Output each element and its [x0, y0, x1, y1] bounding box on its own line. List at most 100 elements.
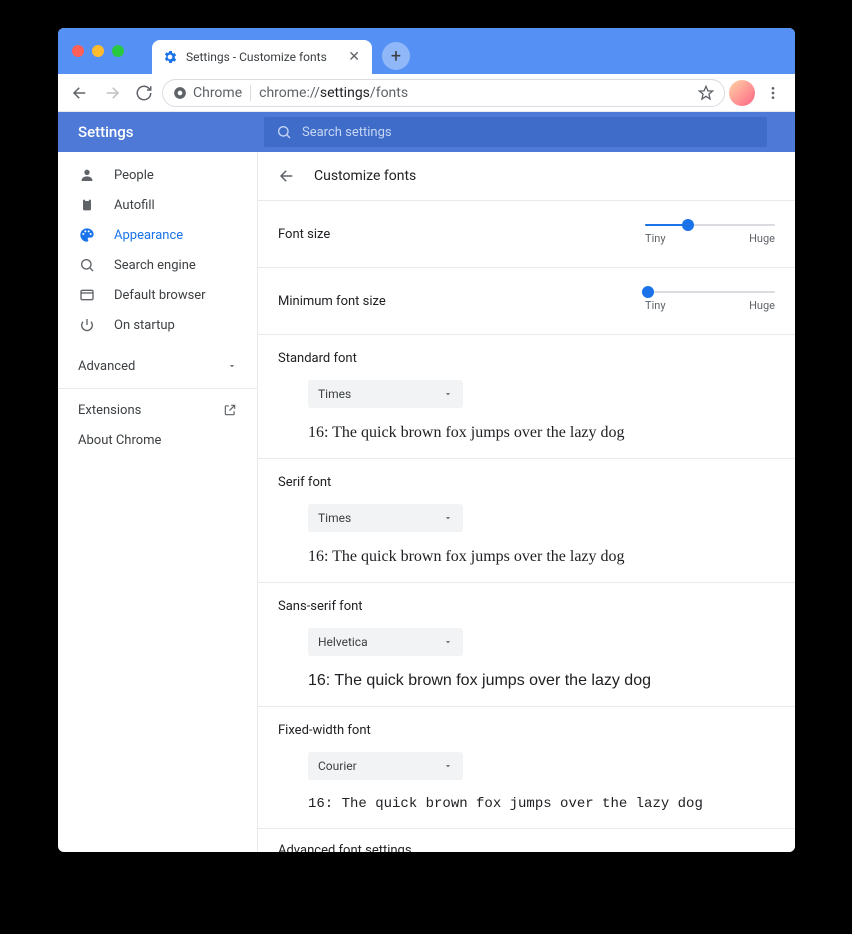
sidebar-item-label: Autofill — [114, 198, 155, 213]
settings-sidebar: People Autofill Appearance Search engine… — [58, 152, 258, 852]
clipboard-icon — [78, 197, 96, 213]
slider-thumb[interactable] — [682, 219, 694, 231]
menu-button[interactable] — [759, 79, 787, 107]
standard-font-title: Standard font — [278, 351, 775, 366]
forward-button — [98, 79, 126, 107]
search-icon — [78, 257, 96, 273]
chevron-down-icon — [443, 513, 453, 523]
min-font-size-row: Minimum font size Tiny Huge — [258, 267, 795, 334]
sans-serif-font-select[interactable]: Helvetica — [308, 628, 463, 656]
fixed-width-font-group: Fixed-width font Courier 16: The quick b… — [258, 706, 795, 828]
advanced-font-settings-link[interactable]: Advanced font settings Requires extensio… — [258, 828, 795, 852]
select-value: Times — [318, 387, 351, 401]
close-window-button[interactable] — [72, 45, 84, 57]
settings-gear-icon — [162, 49, 178, 65]
tab-strip: Settings - Customize fonts ✕ + — [58, 28, 795, 74]
sidebar-item-label: On startup — [114, 318, 175, 333]
fixed-width-font-select[interactable]: Courier — [308, 752, 463, 780]
chevron-down-icon — [443, 389, 453, 399]
minimize-window-button[interactable] — [92, 45, 104, 57]
serif-font-title: Serif font — [278, 475, 775, 490]
person-icon — [78, 167, 96, 183]
standard-font-select[interactable]: Times — [308, 380, 463, 408]
settings-search-input[interactable]: Search settings — [264, 117, 767, 147]
page-title: Customize fonts — [314, 168, 416, 184]
chevron-down-icon — [227, 361, 237, 371]
select-value: Times — [318, 511, 351, 525]
profile-avatar[interactable] — [729, 80, 755, 106]
sidebar-item-appearance[interactable]: Appearance — [58, 220, 257, 250]
bookmark-star-icon[interactable] — [698, 85, 714, 101]
sidebar-item-people[interactable]: People — [58, 160, 257, 190]
select-value: Courier — [318, 759, 357, 773]
font-size-slider[interactable]: Tiny Huge — [645, 224, 775, 245]
settings-content: Customize fonts Font size Tiny Huge — [258, 152, 795, 852]
slider-max-label: Huge — [749, 232, 775, 245]
window-controls — [58, 45, 138, 57]
search-icon — [276, 124, 292, 140]
external-link-icon — [759, 851, 775, 853]
sidebar-item-label: Search engine — [114, 258, 196, 273]
back-arrow-icon[interactable] — [278, 167, 296, 185]
sidebar-extensions-label: Extensions — [78, 403, 141, 418]
browser-tab[interactable]: Settings - Customize fonts ✕ — [152, 40, 372, 74]
url-text: chrome://settings/fonts — [259, 85, 408, 101]
standard-font-sample: 16: The quick brown fox jumps over the l… — [308, 424, 775, 442]
site-identity-label: Chrome — [193, 85, 242, 101]
min-font-size-label: Minimum font size — [278, 294, 386, 309]
sans-serif-font-sample: 16: The quick brown fox jumps over the l… — [308, 672, 775, 690]
address-bar[interactable]: Chrome chrome://settings/fonts — [162, 79, 725, 107]
sans-serif-font-title: Sans-serif font — [278, 599, 775, 614]
sidebar-item-label: Default browser — [114, 288, 206, 303]
palette-icon — [78, 227, 96, 243]
site-identity: Chrome — [173, 85, 242, 101]
slider-max-label: Huge — [749, 299, 775, 312]
omnibox-separator — [250, 85, 251, 101]
search-placeholder: Search settings — [302, 125, 392, 140]
settings-header: Settings Search settings — [58, 112, 795, 152]
chevron-down-icon — [443, 637, 453, 647]
sidebar-advanced-toggle[interactable]: Advanced — [58, 350, 257, 382]
sidebar-item-search-engine[interactable]: Search engine — [58, 250, 257, 280]
sidebar-about-label: About Chrome — [78, 433, 161, 448]
power-icon — [78, 317, 96, 333]
browser-window: Settings - Customize fonts ✕ + Chrome ch… — [58, 28, 795, 852]
advanced-font-settings-title: Advanced font settings — [278, 843, 530, 852]
reload-button[interactable] — [130, 79, 158, 107]
sidebar-item-label: Appearance — [114, 228, 183, 243]
settings-body: People Autofill Appearance Search engine… — [58, 152, 795, 852]
slider-min-label: Tiny — [645, 299, 666, 312]
external-link-icon — [223, 403, 237, 417]
fixed-width-font-title: Fixed-width font — [278, 723, 775, 738]
sidebar-divider — [58, 388, 257, 389]
browser-icon — [78, 287, 96, 303]
slider-thumb[interactable] — [642, 286, 654, 298]
sidebar-item-on-startup[interactable]: On startup — [58, 310, 257, 340]
close-tab-icon[interactable]: ✕ — [346, 49, 362, 65]
standard-font-group: Standard font Times 16: The quick brown … — [258, 334, 795, 458]
browser-toolbar: Chrome chrome://settings/fonts — [58, 74, 795, 112]
sidebar-extensions[interactable]: Extensions — [58, 395, 257, 425]
font-size-label: Font size — [278, 227, 330, 242]
sidebar-advanced-label: Advanced — [78, 359, 135, 374]
maximize-window-button[interactable] — [112, 45, 124, 57]
sans-serif-font-group: Sans-serif font Helvetica 16: The quick … — [258, 582, 795, 706]
chrome-icon — [173, 86, 187, 100]
settings-brand: Settings — [58, 123, 258, 141]
page-header: Customize fonts — [258, 152, 795, 200]
sidebar-about-chrome[interactable]: About Chrome — [58, 425, 257, 455]
back-button[interactable] — [66, 79, 94, 107]
serif-font-sample: 16: The quick brown fox jumps over the l… — [308, 548, 775, 566]
new-tab-button[interactable]: + — [382, 42, 410, 70]
tab-title: Settings - Customize fonts — [186, 50, 346, 64]
serif-font-select[interactable]: Times — [308, 504, 463, 532]
fixed-width-font-sample: 16: The quick brown fox jumps over the l… — [308, 796, 775, 812]
sidebar-item-label: People — [114, 168, 154, 183]
chevron-down-icon — [443, 761, 453, 771]
slider-min-label: Tiny — [645, 232, 666, 245]
min-font-size-slider[interactable]: Tiny Huge — [645, 291, 775, 312]
serif-font-group: Serif font Times 16: The quick brown fox… — [258, 458, 795, 582]
sidebar-item-autofill[interactable]: Autofill — [58, 190, 257, 220]
font-size-row: Font size Tiny Huge — [258, 200, 795, 267]
sidebar-item-default-browser[interactable]: Default browser — [58, 280, 257, 310]
